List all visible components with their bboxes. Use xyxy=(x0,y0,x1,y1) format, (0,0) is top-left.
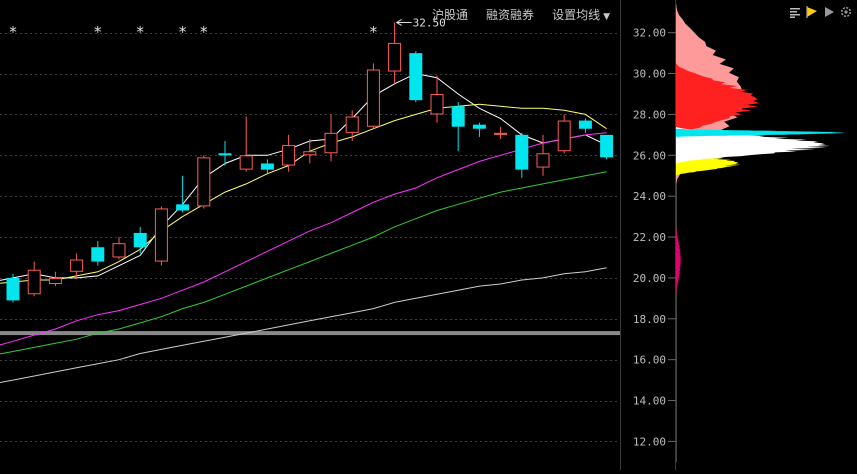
profile-svg xyxy=(676,4,850,462)
kline-chart[interactable]: * * * * * * 32.50 沪股通 融资融券 设置均线 ▼ xyxy=(0,0,620,470)
flag-icon[interactable] xyxy=(805,5,819,19)
axis-label: 20.00 xyxy=(633,272,666,285)
axis-label: 14.00 xyxy=(633,395,666,408)
candle-body-up xyxy=(303,151,317,156)
axis-label: 24.00 xyxy=(633,190,666,203)
signal-star: * xyxy=(199,23,208,41)
gear-icon[interactable] xyxy=(839,5,853,19)
margin-trading-button[interactable]: 融资融券 xyxy=(486,6,534,23)
axis-label: 18.00 xyxy=(633,313,666,326)
candle-body-down xyxy=(451,106,465,127)
candle-body-down xyxy=(515,134,529,170)
kline-svg[interactable]: * * * * * *32.50 xyxy=(0,0,620,470)
candle-body-up xyxy=(154,208,168,262)
candle-body-up xyxy=(494,132,508,135)
ma-settings-label: 设置均线 xyxy=(552,8,601,22)
candle-body-up xyxy=(48,277,62,285)
candle-body-up xyxy=(345,116,359,133)
ma-settings-button[interactable]: 设置均线 ▼ xyxy=(552,6,610,23)
ma30-line xyxy=(0,171,607,355)
chevron-down-icon: ▼ xyxy=(603,12,610,22)
axis-label: 28.00 xyxy=(633,108,666,121)
signal-star: * xyxy=(178,23,187,41)
axis-label: 22.00 xyxy=(633,231,666,244)
candle-body-up xyxy=(324,132,338,154)
candle-body-up xyxy=(282,145,296,166)
signal-star: * xyxy=(136,23,145,41)
axis-label: 30.00 xyxy=(633,68,666,81)
candle-body-down xyxy=(472,124,486,129)
signal-star: * xyxy=(93,23,102,41)
candle-body-up xyxy=(27,269,41,295)
candle-body-down xyxy=(578,120,592,129)
candle-body-up xyxy=(70,259,84,272)
candle-body-up xyxy=(430,94,444,115)
chip-distribution-panel xyxy=(676,0,857,470)
hk-connect-button[interactable]: 沪股通 xyxy=(432,6,468,23)
ma5-line xyxy=(0,73,607,281)
play-icon[interactable] xyxy=(822,5,836,19)
ma10-line xyxy=(0,103,607,284)
candle-body-down xyxy=(133,232,147,248)
candle-body-up xyxy=(197,157,211,207)
candle-body-down xyxy=(600,134,614,158)
candle-body-up xyxy=(388,42,402,72)
candle-body-down xyxy=(260,163,274,170)
profile-segment-cyan xyxy=(676,128,850,137)
candle-body-up xyxy=(366,69,380,127)
axis-label: 12.00 xyxy=(633,435,666,448)
axis-label: 26.00 xyxy=(633,149,666,162)
candle-body-down xyxy=(6,277,20,301)
ma60-line xyxy=(0,267,607,383)
candle-body-up xyxy=(239,155,253,170)
chart-toolbar: 沪股通 融资融券 设置均线 ▼ xyxy=(432,6,610,23)
panel-icons xyxy=(788,5,853,19)
bars-icon[interactable] xyxy=(788,5,802,19)
axis-label: 32.00 xyxy=(633,27,666,40)
axis-label: 16.00 xyxy=(633,354,666,367)
signal-star: * xyxy=(369,23,378,41)
candle-body-up xyxy=(557,120,571,152)
price-axis-svg: 32.00 30.00 28.00 26.00 24.00 22.00 20.00 18.00… xyxy=(633,27,676,448)
candle-body-down xyxy=(218,153,232,156)
price-axis: 32.00 30.00 28.00 26.00 24.00 22.00 20.00 18.00… xyxy=(620,0,676,470)
candle-body-down xyxy=(91,247,105,262)
candle-body-up xyxy=(536,153,550,168)
profile-segment-magenta xyxy=(676,224,681,297)
candle-body-up xyxy=(112,243,126,258)
candle-body-down xyxy=(409,53,423,101)
signal-star: * xyxy=(8,23,17,41)
candle-body-down xyxy=(176,204,190,211)
